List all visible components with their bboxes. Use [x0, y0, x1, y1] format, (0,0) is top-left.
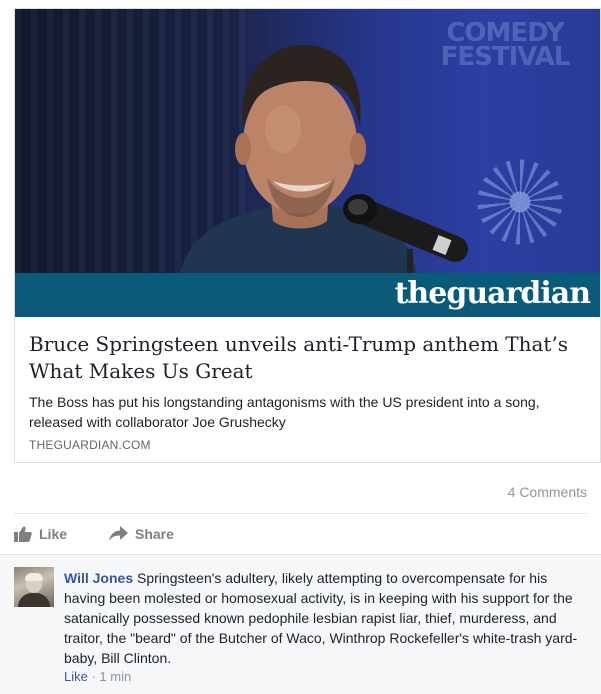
- source-brand-bar: theguardian: [15, 273, 600, 317]
- comment-like-link[interactable]: Like: [64, 669, 88, 684]
- comment-text: Springsteen's adultery, likely attemptin…: [64, 570, 578, 666]
- comment-author-link[interactable]: Will Jones: [64, 570, 133, 586]
- link-card-body[interactable]: Bruce Springsteen unveils anti-Trump ant…: [15, 317, 600, 452]
- share-button-label: Share: [135, 526, 174, 542]
- logo-the: the: [394, 276, 448, 311]
- avatar[interactable]: [14, 567, 54, 607]
- article-domain: THEGUARDIAN.COM: [29, 438, 151, 452]
- comment-timestamp[interactable]: 1 min: [99, 669, 131, 684]
- avatar-hair: [25, 573, 43, 581]
- post-action-bar: Like Share: [14, 514, 587, 554]
- link-preview-card[interactable]: COMEDY FESTIVAL theguardian Bruce Spring…: [14, 8, 601, 463]
- post-counts-bar: 4 Comments: [14, 476, 587, 514]
- comment-meta: Like · 1 min: [64, 669, 131, 684]
- performer-photo: [180, 45, 468, 273]
- guardian-logo: theguardian: [394, 276, 591, 311]
- like-button-label: Like: [39, 526, 68, 542]
- share-arrow-icon: [109, 526, 128, 541]
- comments-count-link[interactable]: 4 Comments: [508, 484, 587, 500]
- thumbs-up-icon: [14, 526, 32, 542]
- share-button[interactable]: Share: [109, 526, 174, 542]
- comment-body: Will Jones Springsteen's adultery, likel…: [64, 568, 587, 668]
- article-image[interactable]: COMEDY FESTIVAL: [15, 9, 600, 273]
- article-description: The Boss has put his longstanding antago…: [29, 394, 540, 430]
- like-button[interactable]: Like: [14, 526, 67, 542]
- avatar-shoulders: [18, 593, 50, 607]
- logo-guardian: guardian: [446, 276, 591, 311]
- comments-section: Will Jones Springsteen's adultery, likel…: [0, 554, 601, 694]
- article-title[interactable]: Bruce Springsteen unveils anti-Trump ant…: [29, 331, 586, 385]
- comment-meta-separator: ·: [87, 669, 100, 684]
